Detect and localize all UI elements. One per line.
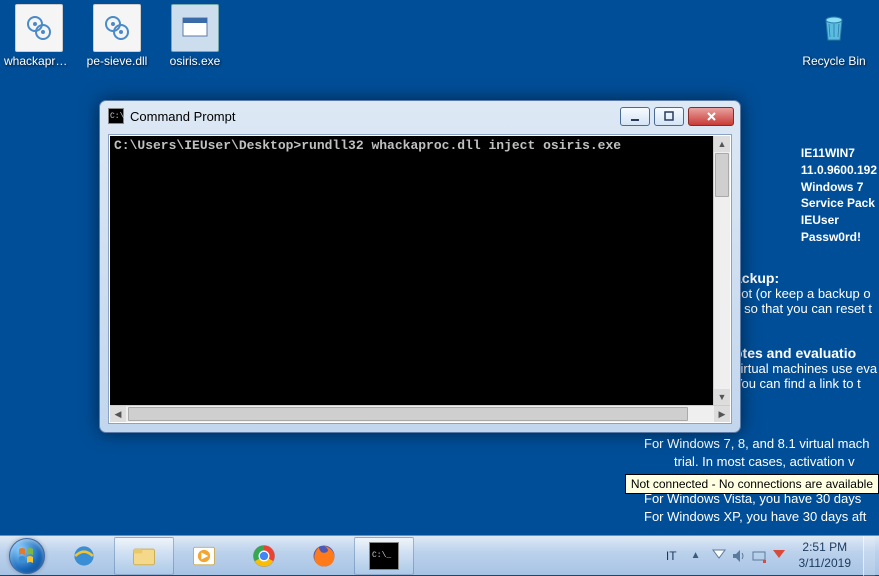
system-tray: IT ▲ 2:51 PM 3/11/2019 [662,536,879,575]
show-hidden-icons[interactable]: ▲ [687,550,705,561]
clock-time: 2:51 PM [799,540,852,556]
dll-icon [93,4,141,52]
taskbar-clock[interactable]: 2:51 PM 3/11/2019 [793,540,858,571]
desktop-icon-pesieve[interactable]: pe-sieve.dll [82,4,152,68]
desktop-icon-label: Recycle Bin [799,54,869,68]
scroll-thumb[interactable] [715,153,729,197]
taskbar-chrome[interactable] [234,537,294,575]
scroll-down-arrow-icon[interactable]: ▼ [714,389,730,405]
scroll-left-arrow-icon[interactable]: ◀ [110,406,126,422]
desktop-icon-recyclebin[interactable]: Recycle Bin [799,4,869,68]
taskbar-explorer[interactable] [114,537,174,575]
horizontal-scrollbar[interactable]: ◀ ▶ [110,405,730,422]
desktop-icon-label: osiris.exe [160,54,230,68]
window-title: Command Prompt [130,109,620,124]
desktop: whackaproc... pe-sieve.dll osiris.exe Re… [0,0,879,535]
desktop-icon-osiris[interactable]: osiris.exe [160,4,230,68]
volume-icon[interactable] [731,548,747,564]
wallpaper-notes-text: otes and evaluatio virtual machines use … [734,345,879,391]
wallpaper-system-info: IE11WIN7 11.0.9600.192 Windows 7 Service… [801,145,879,246]
maximize-button[interactable] [654,107,684,126]
show-desktop-button[interactable] [863,536,875,576]
vertical-scrollbar[interactable]: ▲ ▼ [713,136,730,405]
cmd-icon: C:\_ [369,542,399,570]
console-area: C:\Users\IEUser\Desktop>rundll32 whackap… [108,134,732,424]
titlebar[interactable]: C:\ Command Prompt [100,101,740,131]
desktop-icon-label: pe-sieve.dll [82,54,152,68]
language-indicator[interactable]: IT [662,549,681,563]
action-center-icon[interactable] [711,548,727,564]
network-tooltip: Not connected - No connections are avail… [625,474,879,494]
close-button[interactable] [688,107,734,126]
taskbar-cmd[interactable]: C:\_ [354,537,414,575]
start-button[interactable] [0,536,54,576]
desktop-icon-label: whackaproc... [4,54,74,68]
recycle-bin-icon [810,4,858,52]
network-icon[interactable] [751,548,767,564]
scroll-up-arrow-icon[interactable]: ▲ [714,136,730,152]
security-icon[interactable] [771,548,787,564]
minimize-button[interactable] [620,107,650,126]
taskbar-mediaplayer[interactable] [174,537,234,575]
windows-logo-icon [9,538,45,574]
desktop-icon-whackaproc[interactable]: whackaproc... [4,4,74,68]
command-prompt-window[interactable]: C:\ Command Prompt C:\Users\IEUser\Deskt… [99,100,741,433]
cmd-icon: C:\ [108,108,124,124]
taskbar-items: C:\_ [54,536,414,575]
console-output[interactable]: C:\Users\IEUser\Desktop>rundll32 whackap… [110,136,713,405]
wallpaper-backup-text: ackup: hot (or keep a backup o l, so tha… [734,270,879,316]
taskbar-ie[interactable] [54,537,114,575]
dll-icon [15,4,63,52]
clock-date: 3/11/2019 [799,556,852,572]
taskbar: C:\_ IT ▲ 2:51 PM 3/11/2019 [0,535,879,575]
scroll-right-arrow-icon[interactable]: ▶ [714,406,730,422]
exe-icon [171,4,219,52]
scroll-thumb[interactable] [128,407,688,421]
taskbar-firefox[interactable] [294,537,354,575]
